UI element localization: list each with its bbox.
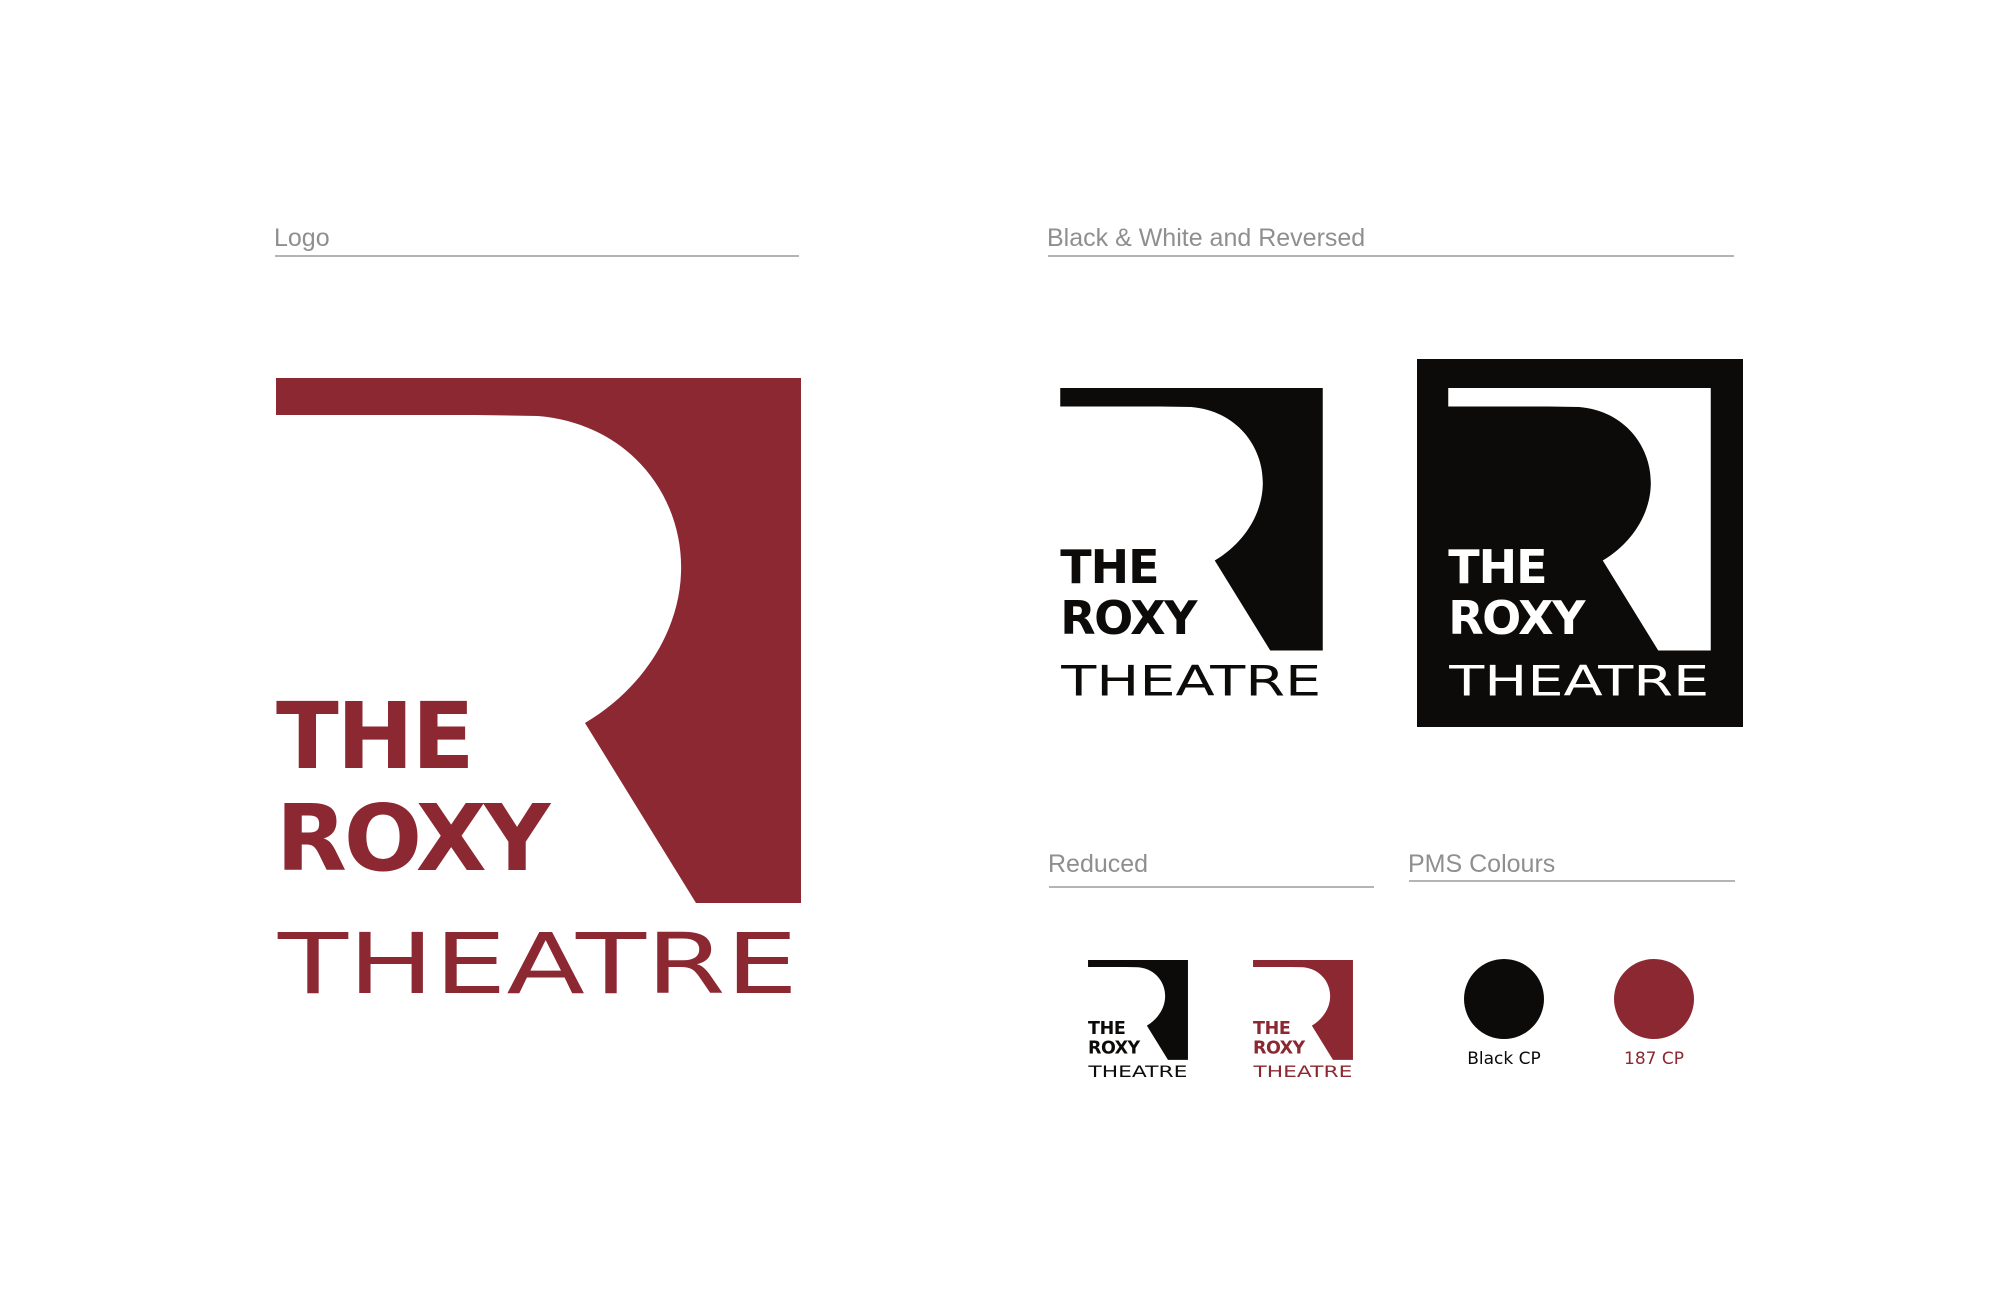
logo-roxy: ROXY <box>1060 591 1198 645</box>
logo-the: THE <box>1448 540 1546 594</box>
swatch-black-cp <box>1464 959 1544 1039</box>
logo-black-white: THE ROXY THEATRE <box>1060 388 1323 706</box>
logo-the: THE <box>1060 540 1158 594</box>
logo-roxy: ROXY <box>1448 591 1586 645</box>
swatch-187-cp <box>1614 959 1694 1039</box>
logo-the: THE <box>276 683 473 790</box>
logo-the: THE <box>1088 1019 1125 1039</box>
section-divider-logo <box>275 255 799 257</box>
section-divider-bw-reversed <box>1048 255 1734 257</box>
section-divider-reduced <box>1049 886 1374 888</box>
logo-reduced-red: THE ROXY THEATRE <box>1252 960 1353 1081</box>
section-divider-pms-colours <box>1409 880 1735 882</box>
section-title-bw-reversed: Black & White and Reversed <box>1047 224 1366 252</box>
logo-roxy: ROXY <box>1253 1039 1306 1059</box>
swatch-label-black-cp: Black CP <box>1467 1049 1541 1069</box>
logo-roxy: ROXY <box>1088 1039 1141 1059</box>
logo-theatre: THEATRE <box>277 915 798 1013</box>
swatch-label-187-cp: 187 CP <box>1624 1049 1684 1069</box>
section-title-logo: Logo <box>274 224 330 252</box>
logo-theatre: THEATRE <box>1087 1062 1187 1081</box>
section-title-pms-colours: PMS Colours <box>1408 850 1556 878</box>
logo-reversed: THE ROXY THEATRE <box>1448 388 1711 706</box>
section-title-reduced: Reduced <box>1048 850 1149 878</box>
logo-reduced-black: THE ROXY THEATRE <box>1087 960 1188 1081</box>
logo-theatre: THEATRE <box>1252 1062 1352 1081</box>
logo-theatre: THEATRE <box>1060 657 1321 706</box>
logo-the: THE <box>1253 1019 1290 1039</box>
logo-roxy: ROXY <box>276 785 552 892</box>
primary-logo-red: THE ROXY THEATRE <box>276 378 801 1013</box>
logo-theatre: THEATRE <box>1448 657 1709 706</box>
